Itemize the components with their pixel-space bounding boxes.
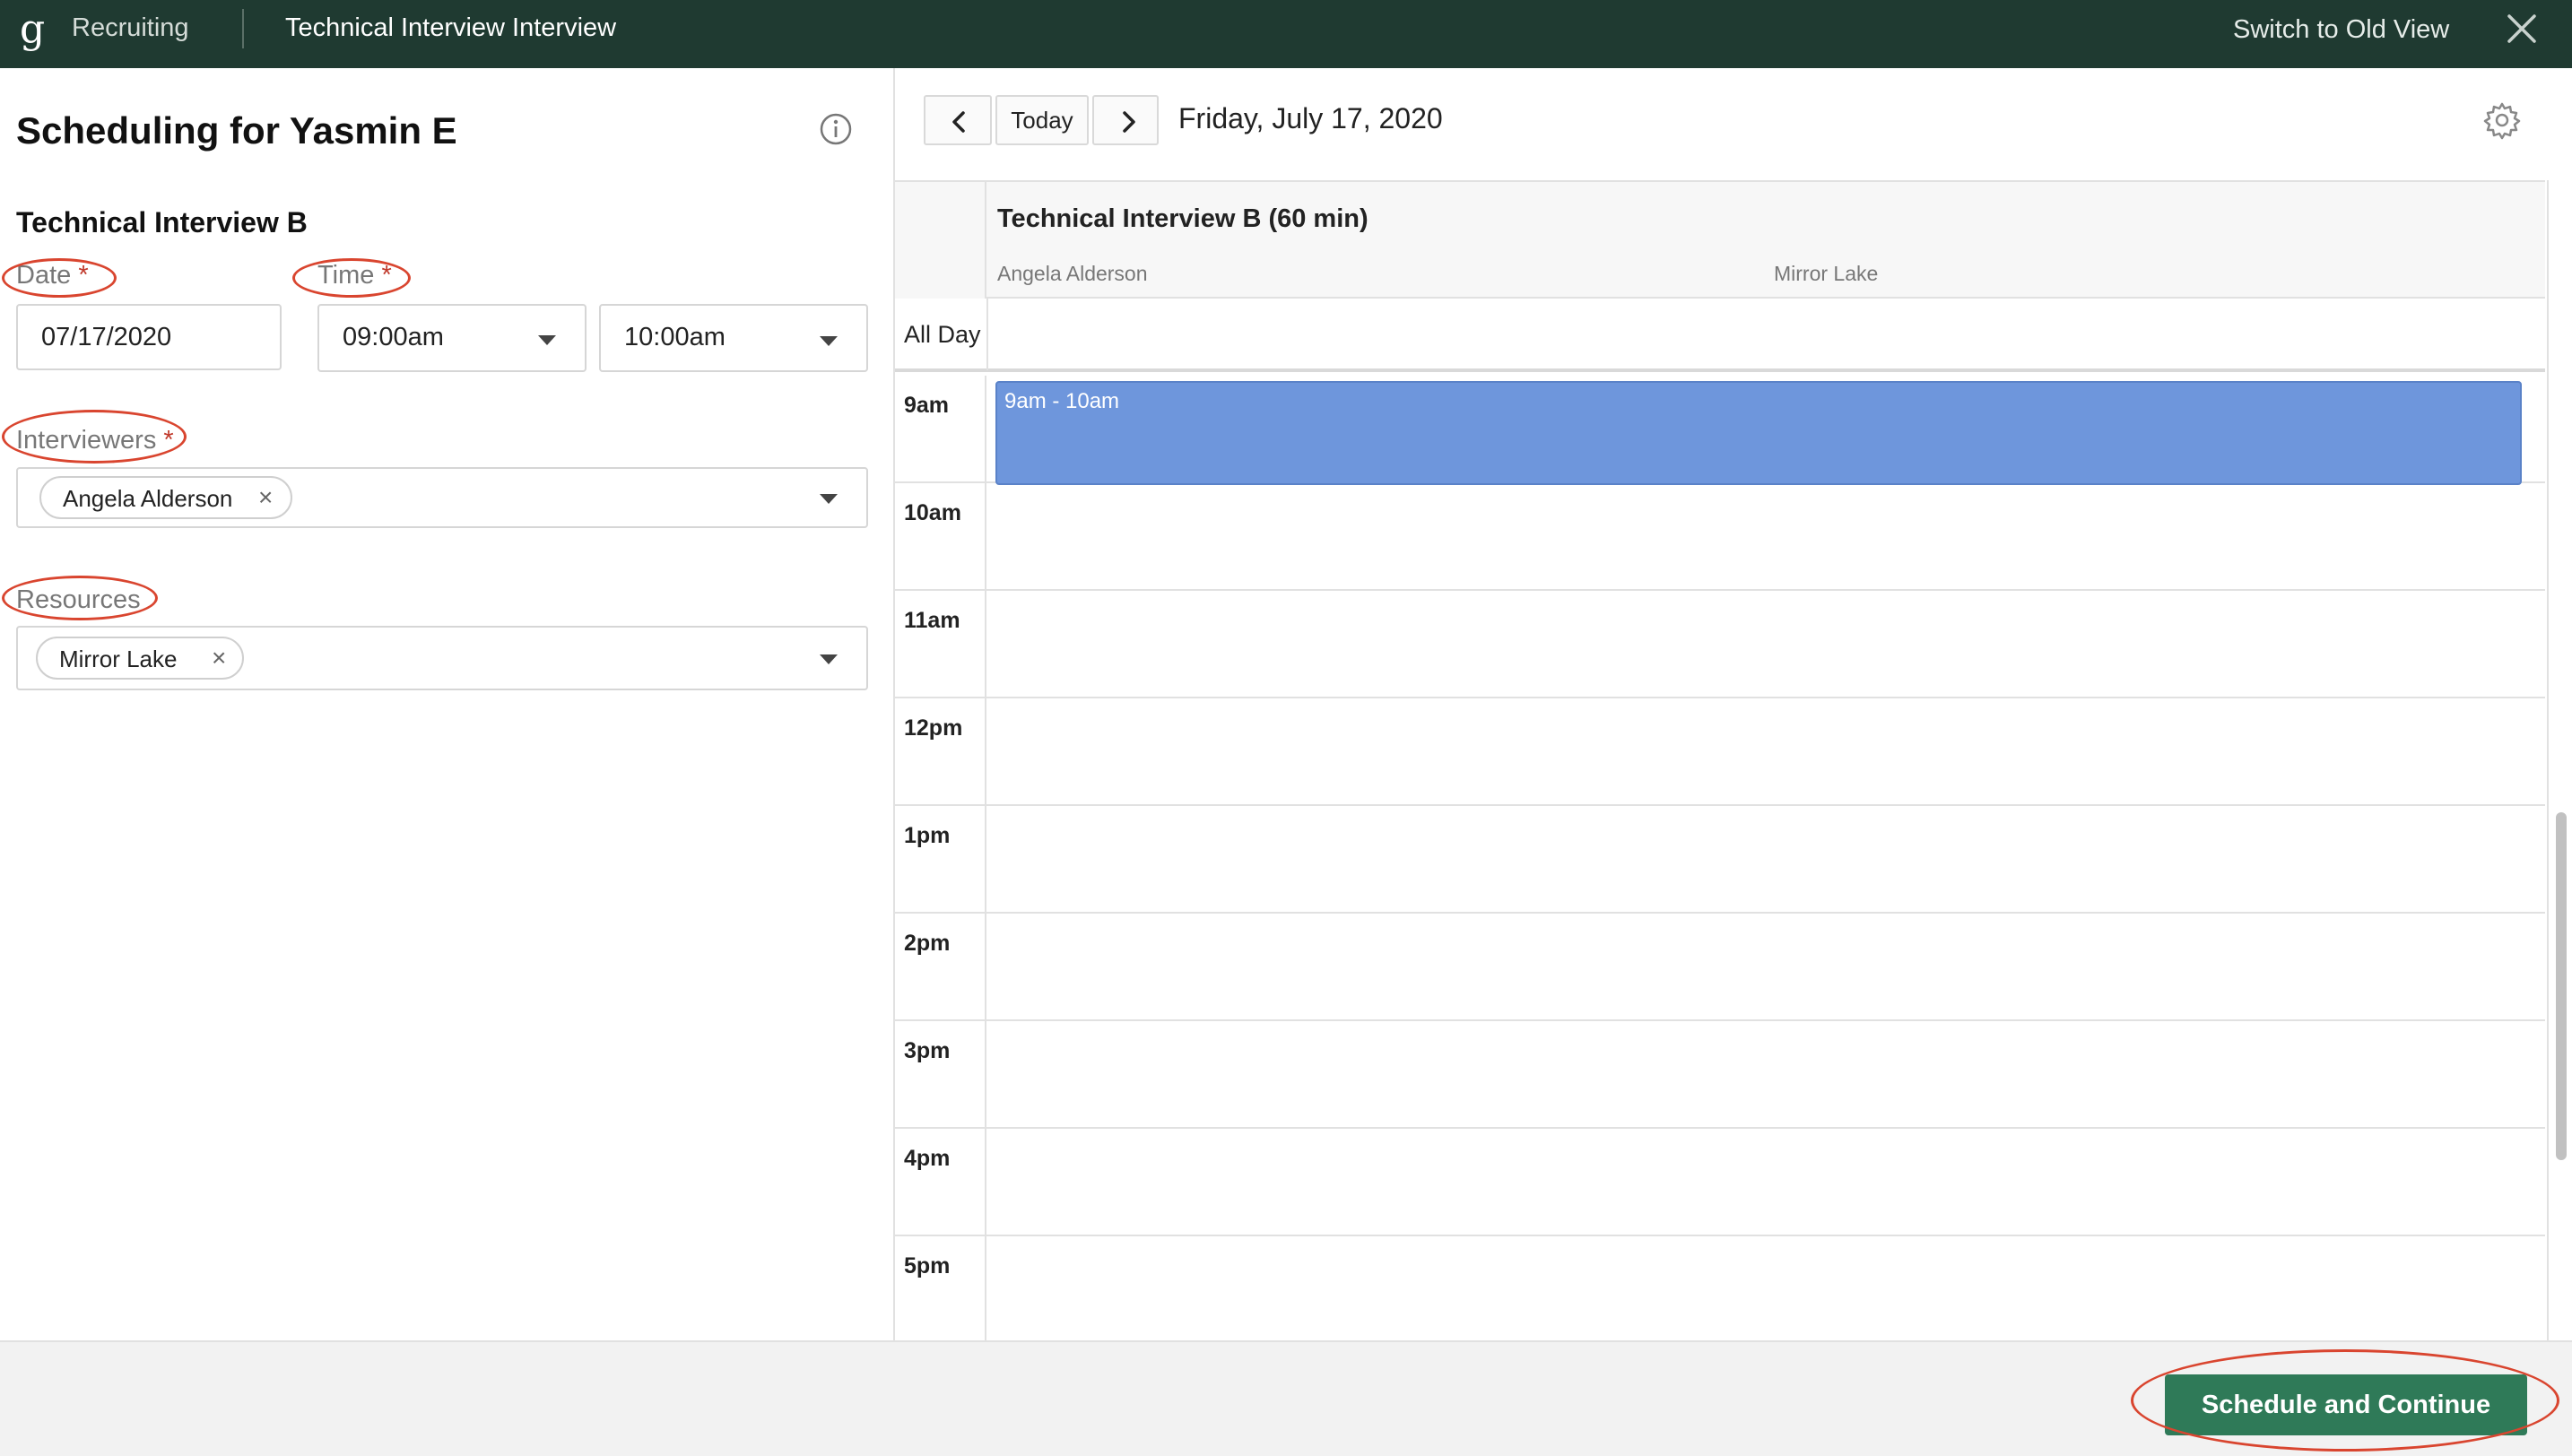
hour-label: 12pm (904, 715, 963, 741)
time-label: Time * (317, 260, 392, 290)
hour-slot[interactable]: 12pm (895, 698, 2545, 806)
chevron-down-icon (820, 336, 838, 346)
resource-chip: Mirror Lake × (36, 637, 244, 680)
interviewers-label-text: Interviewers (16, 426, 157, 455)
schedule-and-continue-button[interactable]: Schedule and Continue (2165, 1374, 2527, 1435)
date-required-mark: * (78, 261, 89, 290)
gear-icon[interactable] (2482, 100, 2522, 140)
calendar-person-interviewer: Angela Alderson (997, 262, 1148, 285)
chevron-down-icon (820, 654, 838, 664)
end-time-value: 10:00am (624, 323, 726, 351)
chevron-down-icon (538, 335, 556, 345)
hour-slot[interactable]: 1pm (895, 806, 2545, 914)
app-logo[interactable]: g (20, 7, 45, 52)
time-required-mark: * (381, 261, 392, 290)
calendar-column-title: Technical Interview B (60 min) (997, 204, 1369, 233)
hour-label: 2pm (904, 931, 951, 956)
chevron-down-icon (820, 494, 838, 504)
footer-bar: Schedule and Continue (0, 1340, 2572, 1456)
hour-label: 9am (904, 393, 950, 418)
resources-field[interactable]: Mirror Lake × (16, 626, 868, 690)
info-icon[interactable] (818, 111, 854, 147)
calendar-scrollbar[interactable] (2547, 180, 2572, 1340)
calendar-date-heading: Friday, July 17, 2020 (1178, 102, 1443, 134)
interviewer-chip: Angela Alderson × (39, 476, 292, 519)
hour-label: 5pm (904, 1253, 951, 1278)
calendar-panel: Today Friday, July 17, 2020 Technical In… (895, 68, 2572, 1342)
scheduling-form-panel: Scheduling for Yasmin E Technical Interv… (0, 68, 895, 1340)
date-label: Date * (16, 260, 89, 290)
remove-chip-icon[interactable]: × (212, 644, 226, 672)
hour-label: 4pm (904, 1146, 951, 1171)
top-divider (242, 9, 244, 48)
all-day-label: All Day (904, 321, 981, 348)
interview-section-title: Technical Interview B (16, 206, 308, 238)
chip-label: Mirror Lake (59, 646, 178, 672)
interviewers-required-mark: * (163, 426, 174, 455)
hour-slot[interactable]: 2pm (895, 914, 2545, 1021)
hour-slot[interactable]: 3pm (895, 1021, 2545, 1129)
start-time-value: 09:00am (343, 323, 444, 351)
calendar-column-header: Technical Interview B (60 min) Angela Al… (986, 182, 2545, 299)
scrollbar-thumb[interactable] (2556, 812, 2567, 1160)
next-day-button[interactable] (1092, 95, 1159, 145)
scheduled-event[interactable]: 9am - 10am (995, 381, 2522, 485)
chevron-left-icon (952, 111, 965, 133)
calendar-gutter-header (895, 182, 986, 299)
hour-label: 1pm (904, 823, 951, 848)
hour-slot[interactable]: 9am 9am - 10am (895, 376, 2545, 485)
calendar-grid: Technical Interview B (60 min) Angela Al… (895, 180, 2545, 1342)
hour-grid: 9am 9am - 10am 10am 11am 12pm 1pm 2pm 3p (895, 376, 2545, 1342)
close-icon[interactable] (2506, 13, 2538, 45)
date-field[interactable]: 07/17/2020 (16, 304, 282, 370)
date-value: 07/17/2020 (41, 323, 172, 351)
remove-chip-icon[interactable]: × (258, 483, 273, 512)
hour-slot[interactable]: 5pm (895, 1236, 2545, 1342)
hour-label: 3pm (904, 1038, 951, 1063)
date-label-text: Date (16, 261, 72, 290)
time-label-text: Time (317, 261, 375, 290)
chip-label: Angela Alderson (63, 485, 233, 512)
hour-slot[interactable]: 4pm (895, 1129, 2545, 1236)
scheduling-title: Scheduling for Yasmin E (16, 109, 457, 152)
hour-slot[interactable]: 10am (895, 483, 2545, 591)
hour-slot[interactable]: 11am (895, 591, 2545, 698)
chevron-right-icon (1123, 111, 1135, 133)
start-time-select[interactable]: 09:00am (317, 304, 587, 372)
all-day-divider (986, 299, 988, 370)
interviewers-label: Interviewers * (16, 425, 174, 455)
calendar-person-resource: Mirror Lake (1774, 262, 1879, 285)
hour-label: 10am (904, 500, 961, 525)
hour-label: 11am (904, 608, 960, 633)
event-time-label: 9am - 10am (1004, 389, 1120, 413)
previous-day-button[interactable] (924, 95, 992, 145)
today-button[interactable]: Today (995, 95, 1089, 145)
interviewers-field[interactable]: Angela Alderson × (16, 467, 868, 528)
switch-to-old-view-link[interactable]: Switch to Old View (2233, 14, 2449, 45)
all-day-row[interactable]: All Day (895, 299, 2545, 372)
page-title: Technical Interview Interview (285, 13, 617, 42)
app-name[interactable]: Recruiting (72, 13, 189, 43)
top-bar: g Recruiting Technical Interview Intervi… (0, 0, 2572, 68)
end-time-select[interactable]: 10:00am (599, 304, 868, 372)
resources-label: Resources (16, 585, 141, 614)
